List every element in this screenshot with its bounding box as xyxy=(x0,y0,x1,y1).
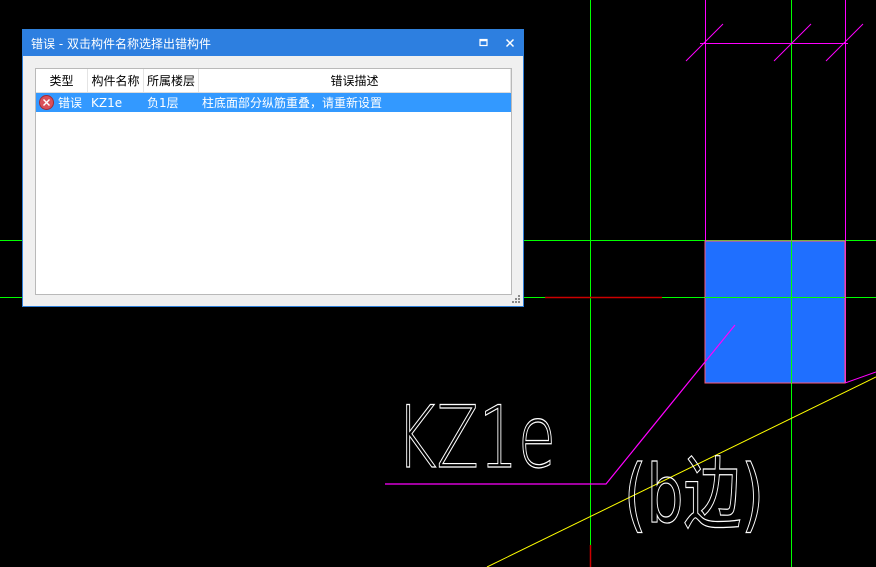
dialog-titlebar[interactable]: 错误 - 双击构件名称选择出错构件 xyxy=(23,30,523,56)
cell-description[interactable]: 柱底面部分纵筋重叠，请重新设置 xyxy=(199,94,511,111)
side-label: (b边) xyxy=(624,448,764,541)
close-icon xyxy=(505,38,515,48)
cell-type[interactable]: 错误 xyxy=(36,94,88,111)
cad-canvas[interactable]: KZ1e (b边) 错误 - 双击构件名称选择出错构件 类型 构件名称 所属楼层… xyxy=(0,0,876,567)
column-fill[interactable] xyxy=(704,240,846,384)
error-dialog[interactable]: 错误 - 双击构件名称选择出错构件 类型 构件名称 所属楼层 错误描述 错误 K… xyxy=(22,29,524,307)
column-outline xyxy=(844,371,876,384)
column-header-floor[interactable]: 所属楼层 xyxy=(144,69,199,92)
column-header-type[interactable]: 类型 xyxy=(36,69,88,92)
maximize-icon xyxy=(479,38,488,47)
component-label[interactable]: KZ1e xyxy=(395,387,556,488)
dimension-tick xyxy=(825,23,864,62)
dimension-tick xyxy=(685,23,724,62)
column-header-description[interactable]: 错误描述 xyxy=(199,69,511,92)
column-header-name[interactable]: 构件名称 xyxy=(88,69,144,92)
close-button[interactable] xyxy=(497,30,523,56)
dialog-title: 错误 - 双击构件名称选择出错构件 xyxy=(31,36,211,51)
list-header: 类型 构件名称 所属楼层 错误描述 xyxy=(36,69,511,93)
list-item[interactable]: 错误 KZ1e 负1层 柱底面部分纵筋重叠，请重新设置 xyxy=(36,93,511,112)
resize-grip-icon[interactable] xyxy=(511,294,521,304)
cell-type-text: 错误 xyxy=(58,96,83,110)
error-icon xyxy=(39,95,54,110)
cell-floor[interactable]: 负1层 xyxy=(144,94,199,111)
maximize-button[interactable] xyxy=(471,30,497,56)
cell-component-name[interactable]: KZ1e xyxy=(88,96,144,110)
dimension-tick xyxy=(773,23,812,62)
error-list[interactable]: 类型 构件名称 所属楼层 错误描述 错误 KZ1e 负1层 柱底面部分纵筋重叠，… xyxy=(35,68,512,295)
